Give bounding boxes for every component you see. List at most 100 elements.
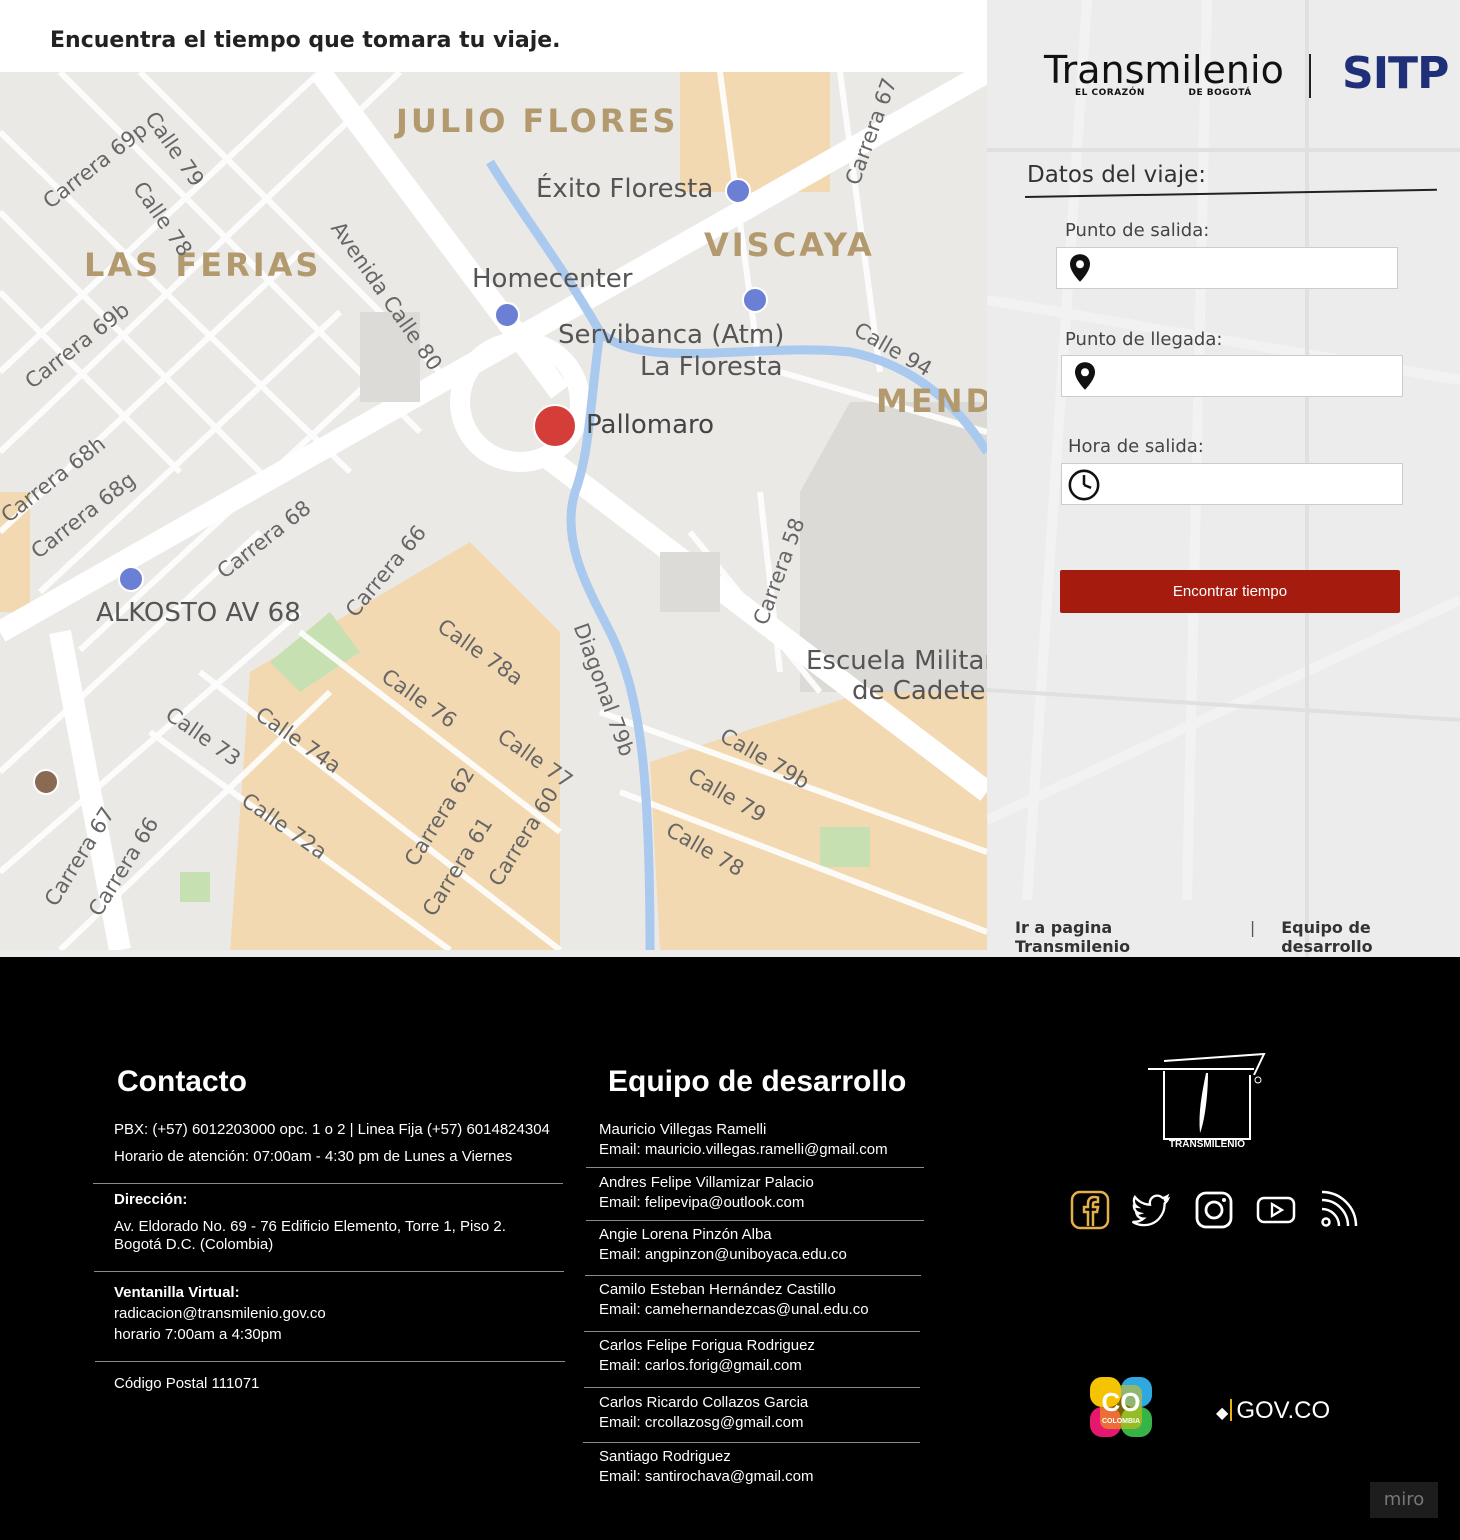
address-label: Dirección:: [114, 1191, 188, 1208]
poi-label[interactable]: de Cadetes: [852, 676, 987, 706]
top-section: Encuentra el tiempo que tomara tu viaje.: [0, 0, 1460, 957]
transmilenio-page-link[interactable]: Ir a pagina Transmilenio: [1015, 918, 1224, 956]
destination-input[interactable]: [1106, 360, 1396, 392]
contact-heading: Contacto: [117, 1065, 247, 1098]
origin-field-wrapper: [1056, 247, 1398, 289]
page-title: Encuentra el tiempo que tomara tu viaje.: [50, 28, 561, 53]
emblem-text: TRANSMILENIO: [1169, 1139, 1245, 1149]
poi-label[interactable]: Homecenter: [472, 264, 632, 294]
poi-label[interactable]: La Floresta: [640, 352, 783, 382]
transmilenio-emblem-icon[interactable]: TRANSMILENIO: [1146, 1053, 1268, 1149]
shopping-cart-icon[interactable]: [118, 566, 144, 592]
member-email[interactable]: Email: angpinzon@uniboyaca.edu.co: [599, 1245, 847, 1265]
team-member: Mauricio Villegas Ramelli Email: mauricio…: [599, 1120, 888, 1160]
divider: [93, 1183, 563, 1184]
member-name: Santiago Rodriguez: [599, 1448, 731, 1465]
panel-links: Ir a pagina Transmilenio | Equipo de des…: [1015, 918, 1460, 956]
poi-label[interactable]: ALKOSTO AV 68: [96, 598, 301, 628]
district-label: JULIO FLORES: [396, 102, 679, 140]
district-label: VISCAYA: [704, 226, 875, 264]
gov-co-badge[interactable]: ◆ GOV.CO: [1216, 1397, 1330, 1425]
school-icon[interactable]: [33, 769, 59, 795]
social-icons: [1070, 1190, 1358, 1230]
district-label: MENDIGUACA: [876, 382, 987, 420]
sitp-logo[interactable]: SITP: [1342, 48, 1449, 99]
co-badge-subtext: COLOMBIA: [1102, 1418, 1140, 1425]
member-email[interactable]: Email: felipevipa@outlook.com: [599, 1193, 814, 1213]
logo-divider: [1309, 54, 1311, 98]
co-badge-text: CO: [1102, 1387, 1141, 1417]
atm-icon[interactable]: [742, 287, 768, 313]
member-name: Mauricio Villegas Ramelli: [599, 1121, 767, 1138]
store-icon[interactable]: [494, 302, 520, 328]
twitter-icon[interactable]: [1132, 1190, 1172, 1230]
dev-team-link[interactable]: Equipo de desarrollo: [1281, 918, 1460, 956]
origin-input[interactable]: [1101, 252, 1391, 284]
gov-text: GOV.CO: [1236, 1397, 1331, 1424]
divider: [94, 1271, 564, 1272]
virtual-email[interactable]: radicacion@transmilenio.gov.co: [114, 1304, 326, 1324]
facebook-icon[interactable]: [1070, 1190, 1110, 1230]
form-heading: Datos del viaje:: [1027, 162, 1207, 188]
time-label: Hora de salida:: [1068, 436, 1204, 457]
trip-panel: Transmilenio EL CORAZÓN DE BOGOTÁ SITP D…: [987, 0, 1460, 957]
member-email[interactable]: Email: carlos.forig@gmail.com: [599, 1356, 815, 1376]
team-member: Santiago Rodriguez Email: santirochava@gm…: [599, 1447, 813, 1487]
location-pin-icon: [1075, 362, 1095, 390]
poi-label[interactable]: Servibanca (Atm): [558, 320, 784, 350]
member-name: Andres Felipe Villamizar Palacio: [599, 1174, 814, 1191]
rss-icon[interactable]: [1318, 1190, 1358, 1230]
transmilenio-logo[interactable]: Transmilenio: [1044, 48, 1284, 92]
team-member: Angie Lorena Pinzón Alba Email: angpinzon…: [599, 1225, 847, 1265]
colombia-co-badge[interactable]: CO COLOMBIA: [1090, 1377, 1152, 1437]
virtual-hours: horario 7:00am a 4:30pm: [114, 1326, 282, 1343]
find-time-button[interactable]: Encontrar tiempo: [1060, 570, 1400, 613]
address-line: Av. Eldorado No. 69 - 76 Edificio Elemen…: [114, 1218, 506, 1235]
origin-label: Punto de salida:: [1065, 220, 1210, 241]
footer: Contacto PBX: (+57) 6012203000 opc. 1 o …: [0, 957, 1460, 1540]
virtual-label: Ventanilla Virtual:: [114, 1284, 240, 1301]
team-member: Andres Felipe Villamizar Palacio Email: f…: [599, 1173, 814, 1213]
district-label: LAS FERIAS: [84, 246, 322, 284]
contact-phone: PBX: (+57) 6012203000 opc. 1 o 2 | Linea…: [114, 1121, 550, 1138]
divider: [586, 1167, 924, 1168]
title-bar: Encuentra el tiempo que tomara tu viaje.: [0, 0, 987, 72]
team-member: Carlos Felipe Forigua Rodriguez Email: ca…: [599, 1336, 815, 1376]
poi-label[interactable]: Éxito Floresta: [536, 174, 713, 204]
divider: [583, 1442, 920, 1443]
divider: [584, 1331, 920, 1332]
shopping-cart-icon[interactable]: [725, 178, 751, 204]
gov-divider: [1230, 1399, 1233, 1421]
colombia-shield-icon: ◆: [1216, 1405, 1229, 1422]
team-member: Carlos Ricardo Collazos Garcia Email: crc…: [599, 1393, 808, 1433]
member-email[interactable]: Email: crcollazosg@gmail.com: [599, 1413, 808, 1433]
youtube-icon[interactable]: [1256, 1190, 1296, 1230]
location-pin-icon: [1070, 254, 1090, 282]
member-name: Angie Lorena Pinzón Alba: [599, 1226, 772, 1243]
poi-label[interactable]: Pallomaro: [586, 410, 714, 440]
member-email[interactable]: Email: camehernandezcas@unal.edu.co: [599, 1300, 869, 1320]
member-email[interactable]: Email: santirochava@gmail.com: [599, 1467, 813, 1487]
postal-code: Código Postal 111071: [114, 1375, 260, 1392]
divider: [586, 1220, 924, 1221]
shopping-bag-icon[interactable]: [533, 404, 577, 448]
time-input[interactable]: [1106, 468, 1396, 500]
map-view[interactable]: JULIO FLORES VISCAYA LAS FERIAS MENDIGUA…: [0, 72, 987, 950]
miro-badge[interactable]: miro: [1370, 1482, 1438, 1518]
divider: [584, 1387, 920, 1388]
time-field-wrapper: [1061, 463, 1403, 505]
contact-hours: Horario de atención: 07:00am - 4:30 pm d…: [114, 1148, 513, 1165]
poi-label[interactable]: Escuela Militar: [806, 646, 987, 676]
team-heading: Equipo de desarrollo: [608, 1065, 907, 1098]
transmilenio-tagline: EL CORAZÓN DE BOGOTÁ: [1075, 88, 1252, 98]
destination-field-wrapper: [1061, 355, 1403, 397]
divider: [585, 1275, 921, 1276]
member-name: Camilo Esteban Hernández Castillo: [599, 1281, 836, 1298]
member-email[interactable]: Email: mauricio.villegas.ramelli@gmail.c…: [599, 1140, 888, 1160]
divider: [95, 1361, 565, 1362]
destination-label: Punto de llegada:: [1065, 329, 1223, 350]
link-separator: |: [1249, 918, 1256, 937]
clock-icon: [1068, 469, 1100, 501]
instagram-icon[interactable]: [1194, 1190, 1234, 1230]
address-line: Bogotá D.C. (Colombia): [114, 1236, 274, 1253]
